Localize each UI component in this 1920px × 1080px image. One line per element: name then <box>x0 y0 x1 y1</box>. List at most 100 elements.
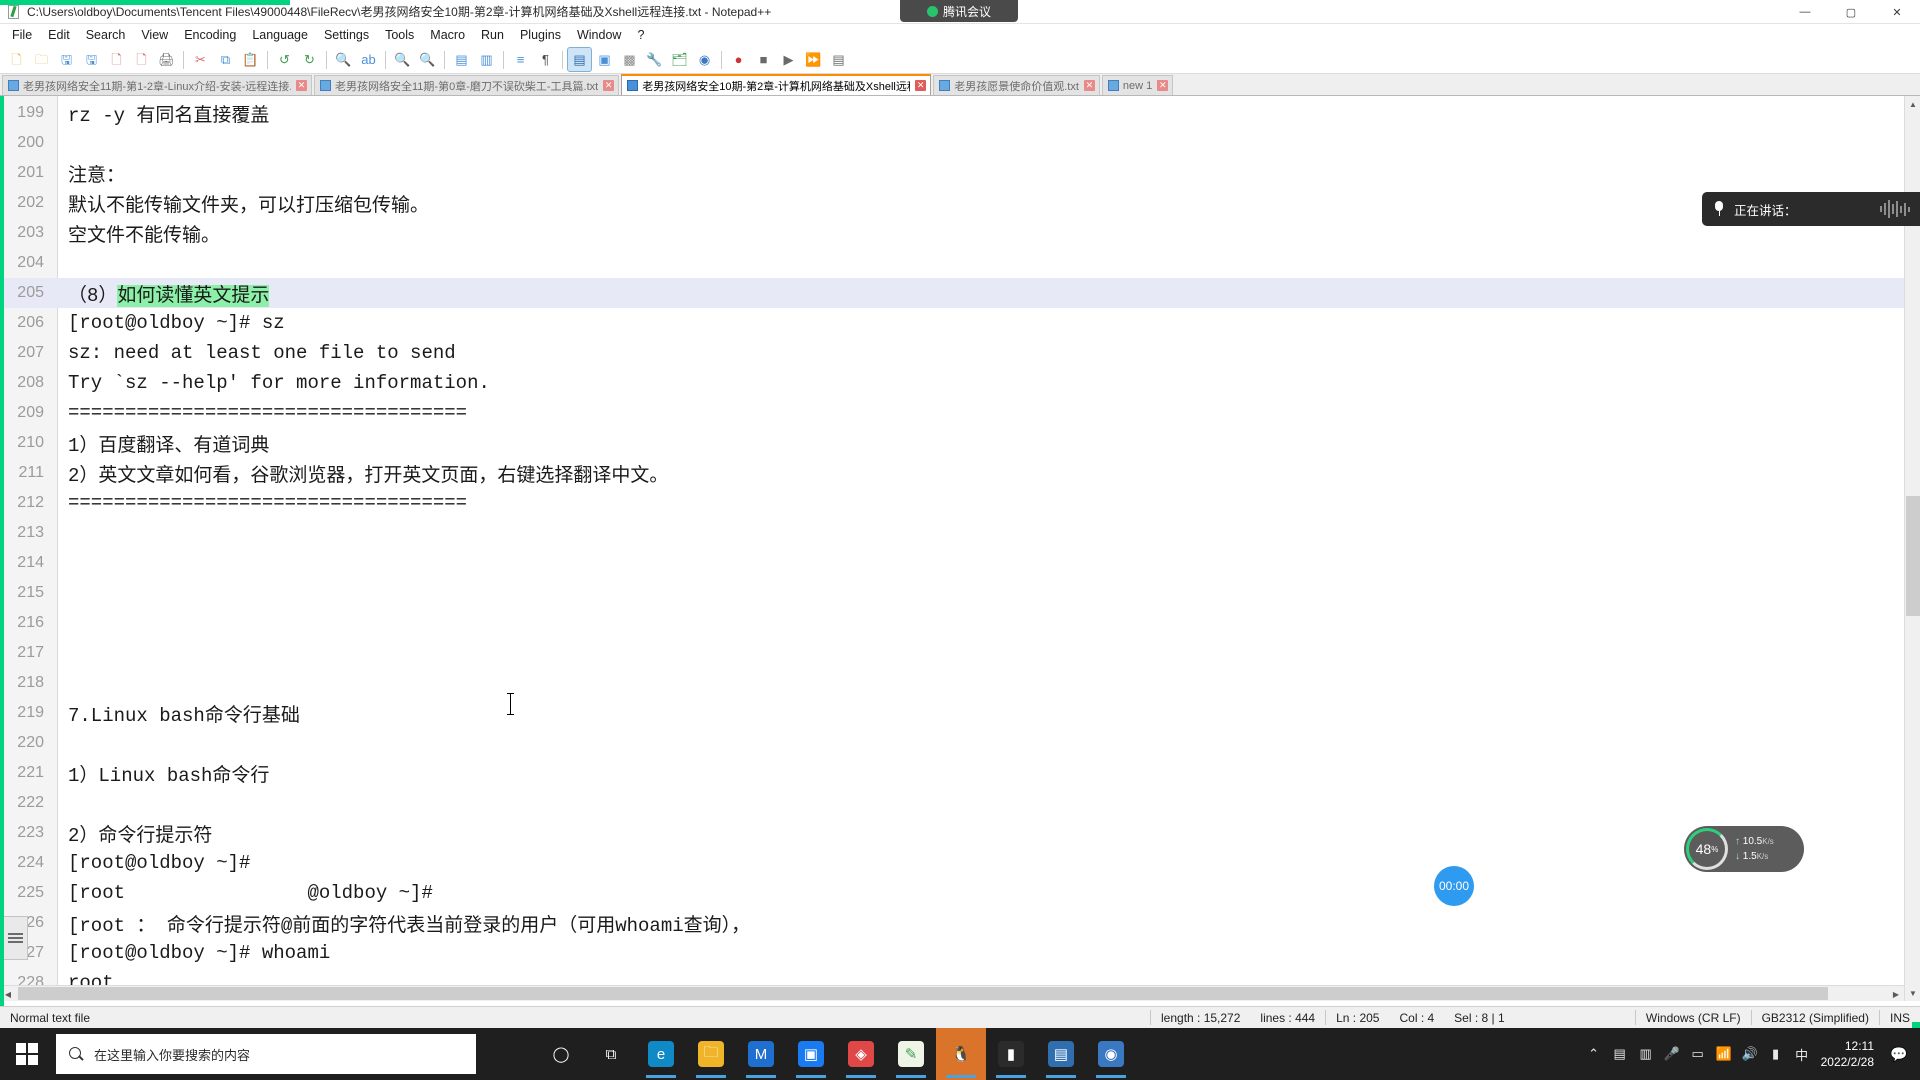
tray-network-icon[interactable]: 📶 <box>1711 1046 1737 1062</box>
tray-input-icon[interactable]: 中 <box>1789 1045 1815 1064</box>
word-wrap-icon[interactable]: ≡ <box>509 48 532 71</box>
horizontal-scrollbar[interactable]: ◀ ▶ <box>0 985 1904 1001</box>
minimize-button[interactable]: — <box>1782 0 1828 24</box>
menu-item-window[interactable]: Window <box>569 26 629 44</box>
editor-line[interactable]: 207 sz: need at least one file to send <box>0 338 1920 368</box>
start-button[interactable] <box>0 1028 54 1080</box>
taskbar-clock[interactable]: 12:11 2022/2/28 <box>1821 1038 1874 1070</box>
document-tab[interactable]: new 1 ✕ <box>1101 75 1174 95</box>
indent-guide-icon[interactable]: ▤ <box>567 47 592 72</box>
taskbar-edge-button[interactable]: e <box>636 1028 686 1080</box>
print-icon[interactable]: 🖨 <box>155 48 178 71</box>
find-icon[interactable]: 🔍 <box>332 48 355 71</box>
menu-item-plugins[interactable]: Plugins <box>512 26 569 44</box>
editor-line[interactable]: 213 <box>0 518 1920 548</box>
tab-close-icon[interactable]: ✕ <box>603 80 615 91</box>
document-map-toggle[interactable] <box>2 916 28 960</box>
editor-line[interactable]: 219 7.Linux bash命令行基础 <box>0 698 1920 728</box>
editor-line[interactable]: 201 注意： <box>0 158 1920 188</box>
vertical-scrollbar[interactable]: ▲ ▼ <box>1904 96 1920 1001</box>
record-macro-icon[interactable]: ● <box>727 48 750 71</box>
editor-line[interactable]: 225 [root @oldboy ~]# <box>0 878 1920 908</box>
show-hidden-icons[interactable]: ⌃ <box>1581 1046 1607 1062</box>
editor-line[interactable]: 222 <box>0 788 1920 818</box>
open-file-icon[interactable]: 🗀 <box>30 48 53 71</box>
editor-line[interactable]: 205 （8）如何读懂英文提示 <box>0 278 1920 308</box>
taskbar-file-explorer-button[interactable]: 🗀 <box>686 1028 736 1080</box>
function-list-icon[interactable]: 🔧 <box>643 48 666 71</box>
scroll-up-arrow-icon[interactable]: ▲ <box>1905 96 1920 112</box>
replace-icon[interactable]: ab <box>357 48 380 71</box>
monitoring-icon[interactable]: ◉ <box>693 48 716 71</box>
menu-item-search[interactable]: Search <box>78 26 134 44</box>
menu-item-encoding[interactable]: Encoding <box>176 26 244 44</box>
taskbar-terminal-button[interactable]: ▮ <box>986 1028 1036 1080</box>
save-macro-icon[interactable]: ▤ <box>827 48 850 71</box>
notification-center-icon[interactable]: 💬 <box>1886 1046 1912 1063</box>
cut-icon[interactable]: ✂ <box>189 48 212 71</box>
tray-mic-icon[interactable]: 🎤 <box>1659 1046 1685 1062</box>
taskbar-wps-button[interactable]: ▣ <box>786 1028 836 1080</box>
editor-line[interactable]: 208 Try `sz --help' for more information. <box>0 368 1920 398</box>
taskbar-qq-button[interactable]: 🐧 <box>936 1028 986 1080</box>
menu-item-view[interactable]: View <box>133 26 176 44</box>
show-all-chars-icon[interactable]: ¶ <box>534 48 557 71</box>
editor-line[interactable]: 221 1）Linux bash命令行 <box>0 758 1920 788</box>
tencent-meeting-chip[interactable]: 腾讯会议 <box>900 0 1018 22</box>
taskbar-xshell-button[interactable]: ▤ <box>1036 1028 1086 1080</box>
zoom-out-icon[interactable]: 🔍 <box>416 48 439 71</box>
menu-item-tools[interactable]: Tools <box>377 26 422 44</box>
editor-line[interactable]: 212 =================================== <box>0 488 1920 518</box>
editor-line[interactable]: 226 [root ： 命令行提示符@前面的字符代表当前登录的用户（可用whoam… <box>0 908 1920 938</box>
meeting-timer-bubble[interactable]: 00:00 <box>1434 866 1474 906</box>
save-icon[interactable]: 🖫 <box>55 48 78 71</box>
taskbar-search-box[interactable]: 在这里输入你要搜索的内容 <box>56 1034 476 1074</box>
tray-battery-icon[interactable]: ▮ <box>1763 1046 1789 1062</box>
tab-close-icon[interactable]: ✕ <box>915 80 927 91</box>
editor-line[interactable]: 216 <box>0 608 1920 638</box>
user-language-icon[interactable]: ▣ <box>593 48 616 71</box>
document-tab[interactable]: 老男孩愿景使命价值观.txt ✕ <box>933 75 1100 95</box>
tab-close-icon[interactable]: ✕ <box>1083 80 1095 91</box>
editor-line[interactable]: 218 <box>0 668 1920 698</box>
taskbar-chrome-button[interactable]: ◉ <box>1086 1028 1136 1080</box>
editor-line[interactable]: 220 <box>0 728 1920 758</box>
scroll-right-arrow-icon[interactable]: ▶ <box>1888 986 1904 1002</box>
editor-line[interactable]: 202 默认不能传输文件夹，可以打压缩包传输。 <box>0 188 1920 218</box>
editor-line[interactable]: 209 =================================== <box>0 398 1920 428</box>
menu-item-file[interactable]: File <box>4 26 40 44</box>
editor-line[interactable]: 204 <box>0 248 1920 278</box>
document-tab[interactable]: 老男孩网络安全11期-第1-2章-Linux介绍-安装-远程连接.txt ✕ <box>2 75 312 95</box>
tab-close-icon[interactable]: ✕ <box>296 80 307 91</box>
sync-horizontal-icon[interactable]: ▥ <box>475 48 498 71</box>
close-button[interactable]: ✕ <box>1874 0 1920 24</box>
scroll-down-arrow-icon[interactable]: ▼ <box>1905 985 1920 1001</box>
menu-item--[interactable]: ? <box>629 26 652 44</box>
taskbar-tim-button[interactable]: M <box>736 1028 786 1080</box>
editor-line[interactable]: 217 <box>0 638 1920 668</box>
doc-map-icon[interactable]: ▩ <box>618 48 641 71</box>
horizontal-scroll-thumb[interactable] <box>18 987 1828 1000</box>
editor-line[interactable]: 200 <box>0 128 1920 158</box>
taskbar-task-view-button[interactable]: ⧉ <box>586 1028 636 1080</box>
editor-line[interactable]: 214 <box>0 548 1920 578</box>
tab-close-icon[interactable]: ✕ <box>1157 80 1169 91</box>
menu-item-settings[interactable]: Settings <box>316 26 377 44</box>
document-tab[interactable]: 老男孩网络安全11期-第0章-磨刀不误砍柴工-工具篇.txt ✕ <box>314 75 620 95</box>
vertical-scroll-thumb[interactable] <box>1906 496 1920 616</box>
document-tab-active[interactable]: 老男孩网络安全10期-第2章-计算机网络基础及Xshell远程连接.txt ✕ <box>621 74 932 95</box>
play-macro-icon[interactable]: ▶ <box>777 48 800 71</box>
close-file-icon[interactable]: 🗋 <box>105 48 128 71</box>
undo-icon[interactable]: ↺ <box>273 48 296 71</box>
save-all-icon[interactable]: 🖫 <box>80 48 103 71</box>
taskbar-meeting-button[interactable]: ◈ <box>836 1028 886 1080</box>
zoom-in-icon[interactable]: 🔍 <box>391 48 414 71</box>
menu-item-edit[interactable]: Edit <box>40 26 78 44</box>
sync-vertical-icon[interactable]: ▤ <box>450 48 473 71</box>
tray-shield-icon[interactable]: ▥ <box>1633 1046 1659 1062</box>
editor-line[interactable]: 223 2）命令行提示符 <box>0 818 1920 848</box>
editor-line[interactable]: 210 1）百度翻译、有道词典 <box>0 428 1920 458</box>
editor-line[interactable]: 227 [root@oldboy ~]# whoami <box>0 938 1920 968</box>
editor-line[interactable]: 211 2）英文文章如何看，谷歌浏览器，打开英文页面，右键选择翻译中文。 <box>0 458 1920 488</box>
speaking-indicator-bar[interactable]: 正在讲话： <box>1702 192 1920 226</box>
